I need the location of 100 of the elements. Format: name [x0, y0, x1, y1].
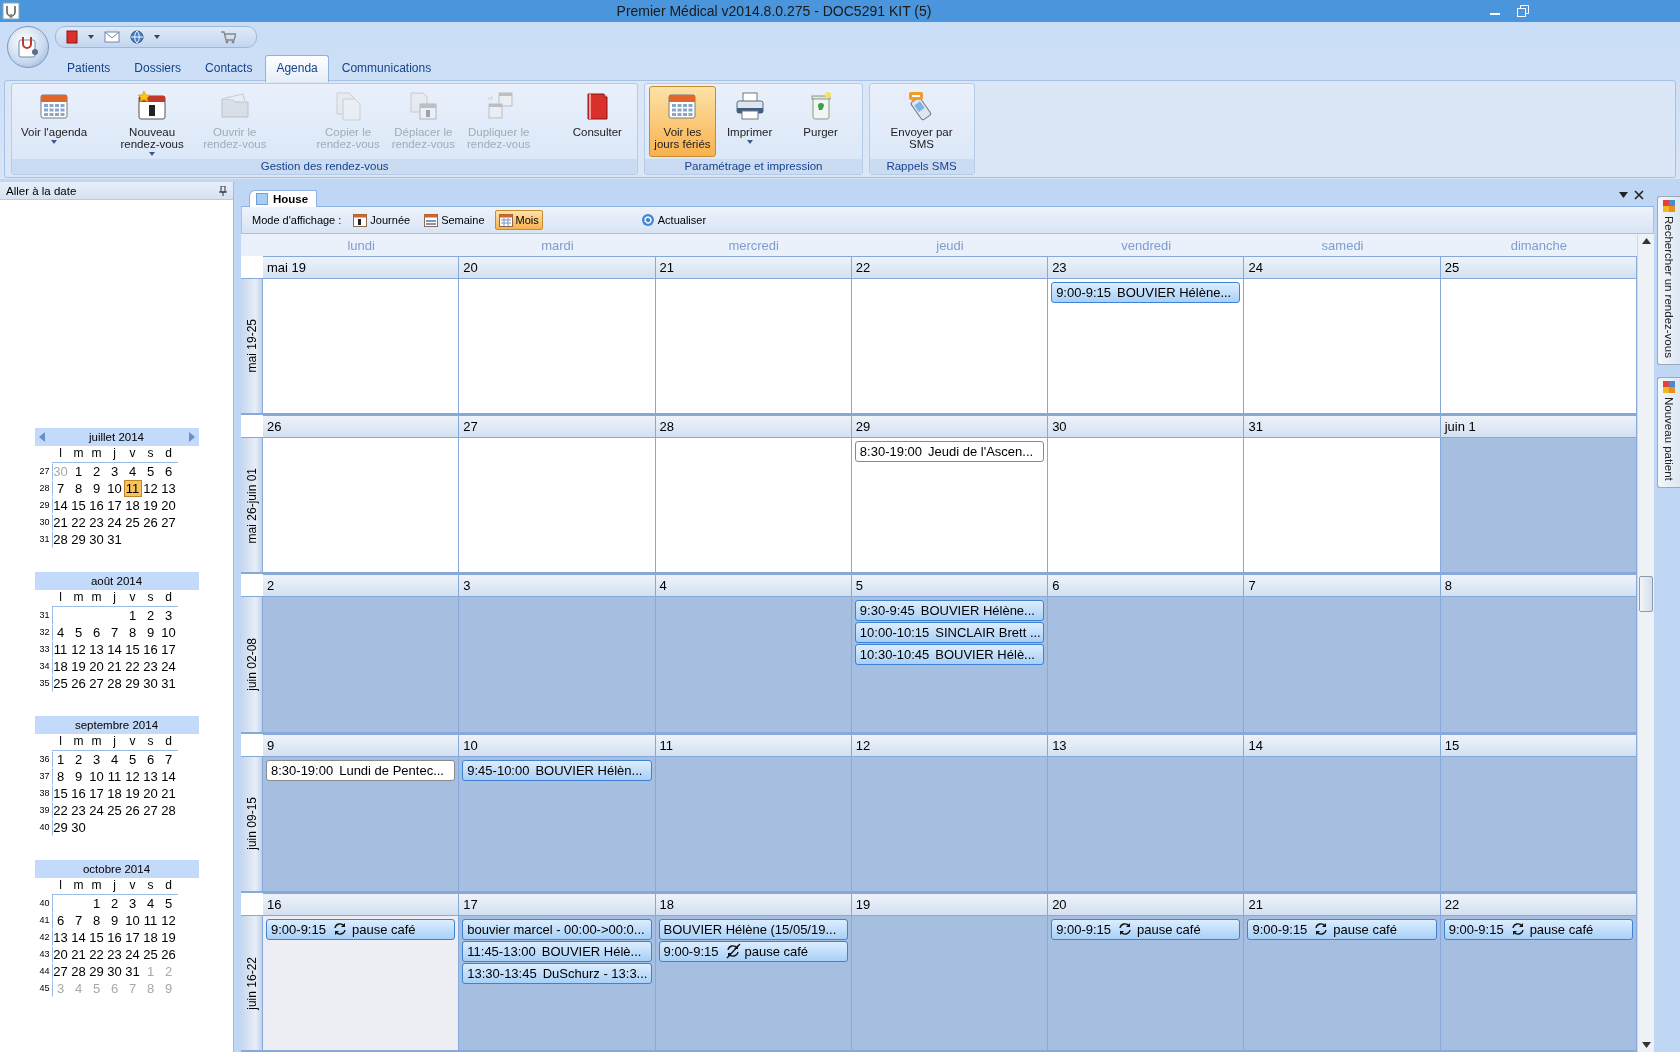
calendar-day[interactable]: 24 — [87, 802, 106, 819]
day-cell[interactable]: 17 bouvier marcel - 00:00->00:0... 11:45-13:00 BOUVIER Hélè... 13:30-13:45 DuSchurz - 13:3... — [459, 892, 656, 1050]
calendar-day[interactable]: 17 — [105, 497, 124, 514]
calendar-day[interactable]: 14 — [69, 929, 88, 946]
app-icon[interactable] — [2, 2, 20, 20]
calendar-day[interactable]: 16 — [141, 641, 160, 658]
pin-icon[interactable] — [219, 185, 227, 196]
day-cell[interactable]: 22 — [851, 256, 1049, 414]
calendar-day[interactable]: 19 — [159, 929, 178, 946]
envelope-icon[interactable] — [104, 31, 120, 43]
day-cell[interactable]: 23 9:00-9:15 BOUVIER Hélène... — [1048, 256, 1245, 414]
calendar-day[interactable]: 25 — [123, 514, 142, 531]
day-cell[interactable]: 30 — [1048, 415, 1245, 573]
appointment-item[interactable]: 13:30-13:45 DuSchurz - 13:3... — [462, 962, 652, 984]
ribbon-tab[interactable]: Agenda — [265, 55, 329, 82]
calendar-day[interactable]: 26 — [123, 802, 142, 819]
appointment-item[interactable]: 9:00-9:15 pause café — [658, 940, 848, 962]
calendar-tab[interactable]: House — [249, 190, 318, 207]
calendar-day[interactable]: 27 — [51, 963, 70, 980]
app-menu-button[interactable] — [7, 26, 49, 68]
view-mode-button[interactable]: Semaine — [420, 210, 489, 230]
calendar-day[interactable]: 22 — [123, 658, 142, 675]
calendar-day[interactable]: 29 — [69, 531, 88, 548]
day-cell[interactable]: 9 8:30-19:00 Lundi de Pentec... — [263, 733, 460, 891]
calendar-day[interactable]: 23 — [87, 514, 106, 531]
ribbon-button[interactable]: Voir l'agenda — [16, 86, 93, 157]
side-tab[interactable]: Rechercher un rendez-vous — [1657, 196, 1680, 365]
calendar-day[interactable]: 14 — [51, 497, 70, 514]
calendar-day[interactable]: 6 — [141, 751, 160, 768]
calendar-day[interactable]: 23 — [105, 946, 124, 963]
day-cell[interactable]: 3 — [459, 574, 656, 732]
ribbon-button[interactable]: Imprimer — [717, 86, 782, 157]
calendar-day[interactable]: 11 — [105, 768, 124, 785]
calendar-day[interactable]: 9 — [141, 624, 160, 641]
calendar-day[interactable]: 28 — [69, 963, 88, 980]
calendar-day[interactable]: 18 — [105, 785, 124, 802]
scroll-thumb[interactable] — [1639, 576, 1653, 612]
calendar-day[interactable]: 5 — [141, 463, 160, 480]
calendar-day[interactable]: 25 — [51, 675, 70, 692]
day-cell[interactable]: 25 — [1440, 256, 1637, 414]
day-cell[interactable]: 14 — [1244, 733, 1441, 891]
appointment-item[interactable]: bouvier marcel - 00:00->00:0... — [462, 918, 652, 940]
calendar-day[interactable]: 15 — [87, 929, 106, 946]
ribbon-tab[interactable]: Contacts — [194, 55, 264, 82]
day-cell[interactable]: juin 1 — [1440, 415, 1637, 573]
calendar-day[interactable]: 20 — [51, 946, 70, 963]
calendar-day[interactable]: 9 — [105, 912, 124, 929]
side-tab[interactable]: Nouveau patient — [1657, 376, 1680, 488]
calendar-day[interactable]: 13 — [51, 929, 70, 946]
scroll-up-icon[interactable] — [1641, 238, 1651, 244]
ribbon-button[interactable]: Purger — [783, 86, 858, 157]
previous-arrow-icon[interactable] — [38, 432, 45, 442]
calendar-day[interactable]: 16 — [69, 785, 88, 802]
day-cell[interactable]: 10 9:45-10:00 BOUVIER Hélèn... — [459, 733, 656, 891]
calendar-day[interactable]: 19 — [123, 785, 142, 802]
ribbon-button[interactable]: Nouveau rendez-vous — [108, 86, 197, 157]
calendar-day[interactable]: 23 — [69, 802, 88, 819]
calendar-day[interactable]: 17 — [87, 785, 106, 802]
day-cell[interactable]: 7 — [1244, 574, 1441, 732]
calendar-day[interactable]: 25 — [141, 946, 160, 963]
calendar-day[interactable]: 4 — [105, 751, 124, 768]
calendar-day[interactable]: 7 — [69, 912, 88, 929]
calendar-day[interactable]: 30 — [87, 531, 106, 548]
ribbon-tab[interactable]: Patients — [56, 55, 122, 82]
appointment-item[interactable]: BOUVIER Hélène (15/05/19... — [658, 918, 848, 940]
calendar-day[interactable]: 3 — [105, 463, 124, 480]
calendar-day[interactable]: 26 — [69, 675, 88, 692]
calendar-day[interactable]: 22 — [69, 514, 88, 531]
calendar-day[interactable]: 7 — [51, 480, 70, 497]
calendar-day[interactable]: 27 — [159, 514, 178, 531]
calendar-day[interactable]: 26 — [141, 514, 160, 531]
ribbon-button[interactable]: Voir les jours fériés — [649, 86, 716, 157]
day-cell[interactable]: 29 8:30-19:00 Jeudi de l'Ascen... — [851, 415, 1049, 573]
calendar-day[interactable]: 30 — [141, 675, 160, 692]
calendar-day[interactable]: 29 — [51, 819, 70, 836]
calendar-day[interactable]: 19 — [141, 497, 160, 514]
calendar-day[interactable]: 26 — [159, 946, 178, 963]
cart-icon[interactable] — [220, 30, 236, 44]
ribbon-tab[interactable]: Communications — [330, 55, 443, 82]
calendar-day[interactable]: 6 — [87, 624, 106, 641]
calendar-day[interactable]: 16 — [105, 929, 124, 946]
calendar-day[interactable]: 31 — [105, 531, 124, 548]
calendar-day[interactable]: 17 — [123, 929, 142, 946]
calendar-day[interactable]: 1 — [51, 751, 70, 768]
calendar-day[interactable]: 29 — [87, 963, 106, 980]
calendar-day[interactable]: 9 — [69, 768, 88, 785]
day-cell[interactable]: 22 9:00-9:15 pause café — [1440, 892, 1637, 1050]
calendar-day[interactable]: 11 — [141, 912, 160, 929]
calendar-day[interactable]: 5 — [123, 751, 142, 768]
day-cell[interactable]: 8 — [1440, 574, 1637, 732]
refresh-button[interactable]: Actualiser — [636, 210, 711, 230]
calendar-day[interactable]: 30 — [105, 963, 124, 980]
day-cell[interactable]: mai 19 — [263, 256, 460, 414]
calendar-day[interactable]: 1 — [87, 895, 106, 912]
appointment-item[interactable]: 9:00-9:15 BOUVIER Hélène... — [1051, 282, 1241, 303]
day-cell[interactable]: 5 9:30-9:45 BOUVIER Hélène... 10:00-10:15 SINCLAIR Brett ... 10:30-10:45 BOUVIER Hélè... — [851, 574, 1049, 732]
calendar-day[interactable]: 28 — [105, 675, 124, 692]
calendar-day[interactable]: 12 — [159, 912, 178, 929]
calendar-day[interactable]: 14 — [159, 768, 178, 785]
day-cell[interactable]: 27 — [459, 415, 656, 573]
